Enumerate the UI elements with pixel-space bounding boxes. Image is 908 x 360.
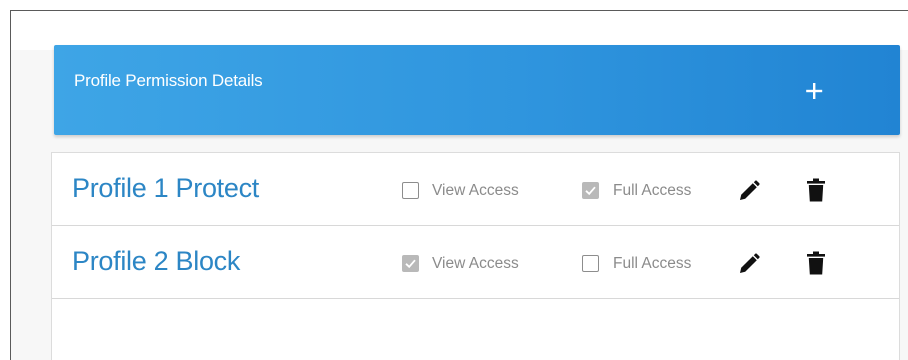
view-access-label: View Access	[432, 182, 519, 199]
profile-row: Profile 2 Block View Access Full Access	[52, 226, 899, 299]
full-access-label: Full Access	[613, 182, 692, 199]
full-access-checkbox[interactable]	[582, 255, 599, 272]
pencil-icon	[740, 180, 760, 200]
full-access-label: Full Access	[613, 255, 692, 272]
plus-icon	[806, 83, 823, 99]
edit-button[interactable]	[737, 252, 761, 276]
edit-button[interactable]	[737, 179, 761, 203]
profile-name: Profile 1 Protect	[72, 173, 259, 203]
checkmark-icon	[585, 186, 596, 196]
view-access-checkbox[interactable]	[402, 255, 419, 272]
checkmark-icon	[405, 259, 416, 269]
full-access-checkbox[interactable]	[582, 182, 599, 199]
delete-button[interactable]	[806, 251, 826, 275]
pencil-icon	[740, 253, 760, 273]
view-access-label: View Access	[432, 255, 519, 272]
app-window: Profile Permission Details Profile 1 Pro…	[10, 10, 908, 360]
trash-icon	[807, 251, 825, 275]
add-profile-button[interactable]	[796, 73, 832, 109]
trash-icon	[807, 178, 825, 202]
profile-list: Profile 1 Protect View Access Full Acces…	[51, 152, 900, 360]
profile-permission-header: Profile Permission Details	[54, 45, 900, 135]
profile-row: Profile 1 Protect View Access Full Acces…	[52, 153, 899, 226]
delete-button[interactable]	[806, 178, 826, 202]
profile-name: Profile 2 Block	[72, 246, 241, 276]
header-title: Profile Permission Details	[74, 71, 263, 90]
view-access-checkbox[interactable]	[402, 182, 419, 199]
